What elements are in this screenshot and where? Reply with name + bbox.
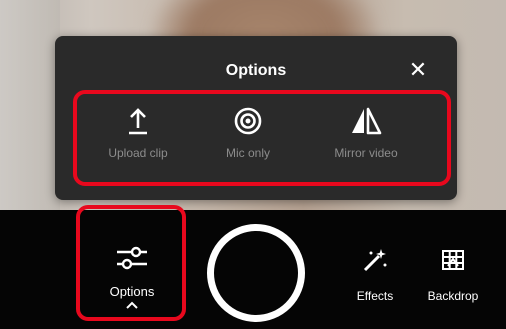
effects-button[interactable]: Effects bbox=[345, 246, 405, 303]
popup-title: Options bbox=[225, 62, 287, 79]
record-button[interactable] bbox=[207, 224, 305, 322]
backdrop-label: Backdrop bbox=[427, 289, 479, 303]
backdrop-icon bbox=[442, 250, 464, 270]
effects-label: Effects bbox=[356, 289, 394, 303]
highlight-options-button bbox=[76, 205, 186, 321]
highlight-options-row bbox=[73, 90, 451, 186]
close-icon[interactable]: ✕ bbox=[406, 58, 430, 82]
magic-wand-icon bbox=[363, 249, 387, 272]
backdrop-button[interactable]: Backdrop bbox=[416, 246, 490, 303]
